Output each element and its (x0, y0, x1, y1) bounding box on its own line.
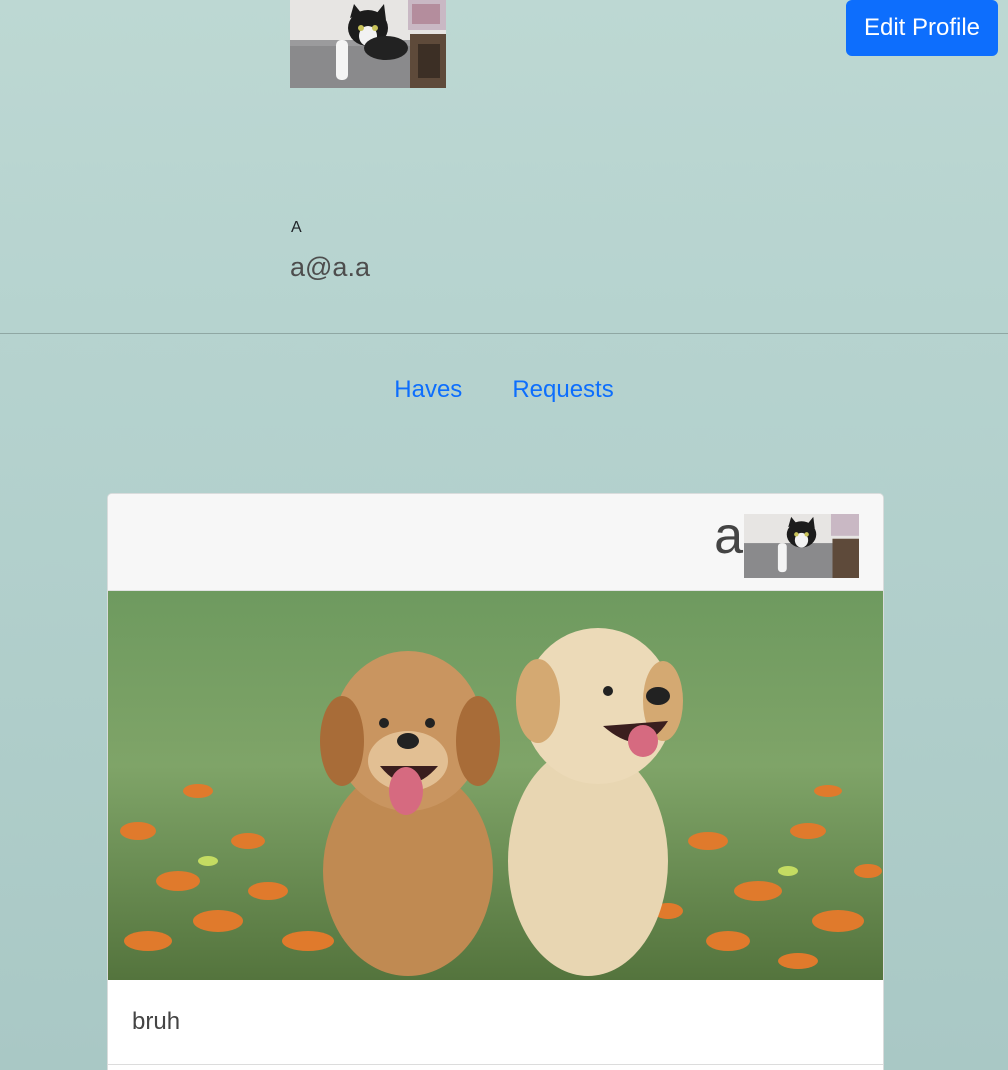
owner-name: a (714, 507, 743, 565)
profile-photo (290, 0, 446, 88)
owner-avatar (744, 514, 859, 578)
item-card: a bruh (107, 493, 884, 1070)
profile-name: A (291, 219, 302, 236)
tab-requests[interactable]: Requests (512, 376, 613, 404)
profile-email: a@a.a (290, 252, 370, 282)
edit-profile-button[interactable]: Edit Profile (846, 0, 998, 56)
tabs: Haves Requests (0, 376, 1008, 404)
divider (0, 333, 1008, 334)
card-header: a (108, 494, 883, 591)
item-photo (108, 591, 883, 980)
card-divider (108, 1064, 883, 1065)
tab-haves[interactable]: Haves (394, 376, 462, 404)
card-text: bruh (132, 1008, 181, 1035)
